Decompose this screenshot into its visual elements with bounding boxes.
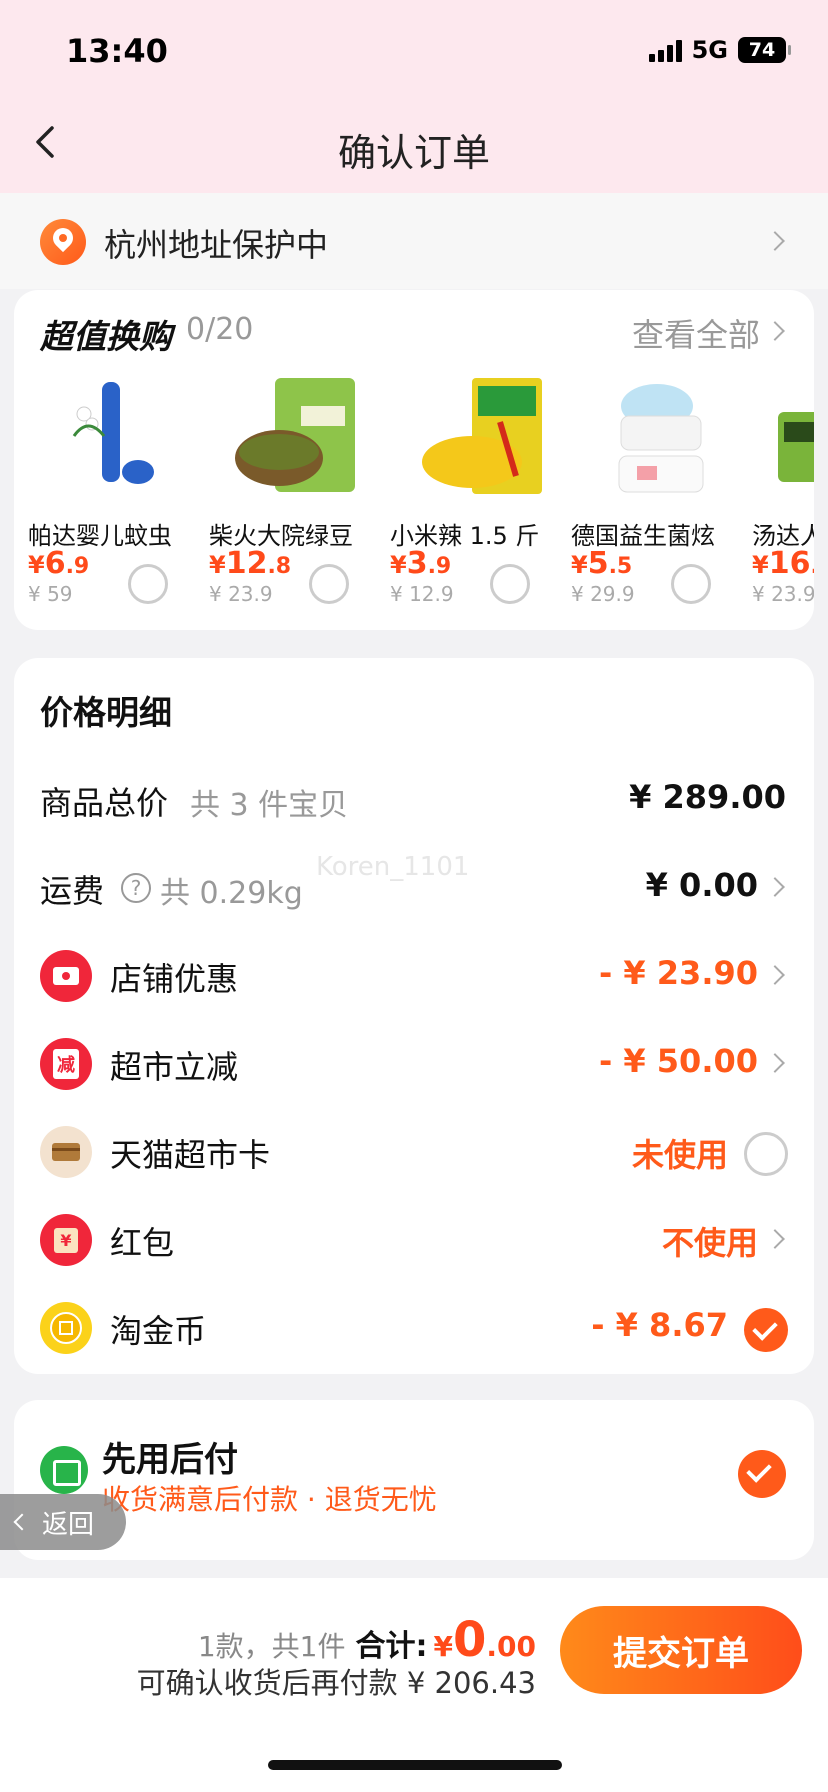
shipping-value: ¥ 0.00	[645, 866, 758, 904]
address-text: 杭州地址保护中	[104, 226, 329, 264]
shop-discount-label: 店铺优惠	[110, 960, 239, 998]
market-discount-label: 超市立减	[110, 1048, 239, 1086]
view-all-link[interactable]: 查看全部	[632, 310, 760, 356]
shopping-bag-icon	[40, 1446, 88, 1494]
product-original-price: ¥ 29.9	[571, 582, 635, 606]
exchange-count: 0/20	[186, 312, 254, 347]
shop-discount-value[interactable]: - ¥ 23.90	[599, 954, 758, 992]
red-packet-label: 红包	[110, 1224, 175, 1262]
product-select-radio[interactable]	[671, 564, 711, 604]
exchange-title: 超值换购	[40, 317, 172, 356]
market-card-value: 未使用	[631, 1136, 728, 1174]
pay-later-checkbox[interactable]	[738, 1450, 786, 1498]
price-detail-card	[14, 658, 814, 1374]
product-image-mung-beans	[235, 376, 365, 500]
total-amount-decimal: .00	[486, 1630, 536, 1663]
product-select-radio[interactable]	[309, 564, 349, 604]
card-icon	[40, 1126, 92, 1178]
product-price: ¥12.8	[209, 546, 292, 581]
product-item[interactable]: 帕达婴儿蚊虫 ¥6.9 ¥ 59	[28, 370, 198, 610]
product-image-mosquito-repellent	[54, 376, 184, 500]
battery-icon: 74	[738, 37, 791, 63]
product-original-price: ¥ 59	[28, 582, 73, 606]
product-original-price: ¥ 23.9	[209, 582, 273, 606]
location-icon	[40, 219, 86, 265]
return-button[interactable]: 返回	[0, 1494, 126, 1550]
item-count: 1款，共1件	[197, 1630, 346, 1663]
product-original-price: ¥ 23.9	[752, 582, 814, 606]
home-indicator	[268, 1760, 562, 1770]
pay-later-title: 先用后付	[102, 1440, 238, 1480]
gold-coin-value: - ¥ 8.67	[591, 1306, 728, 1344]
watermark: Koren_1101	[316, 852, 470, 882]
svg-text:?: ?	[131, 876, 142, 900]
market-card-label: 天猫超市卡	[110, 1136, 271, 1174]
chevron-left-icon	[13, 1513, 31, 1531]
product-price: ¥16.9	[752, 546, 814, 581]
coupon-icon	[40, 950, 92, 1002]
red-packet-icon: ¥	[40, 1214, 92, 1266]
pay-later-note: 可确认收货后再付款 ¥ 206.43	[136, 1666, 536, 1700]
product-item[interactable]: 汤达人 ¥16.9 ¥ 23.9	[752, 370, 814, 610]
pay-later-subtitle: 收货满意后付款 · 退货无忧	[102, 1483, 437, 1516]
currency-symbol: ¥	[433, 1630, 453, 1663]
total-count: 共 3 件宝贝	[190, 788, 349, 823]
submit-order-button[interactable]: 提交订单	[560, 1606, 802, 1694]
exchange-product-list: 帕达婴儿蚊虫 ¥6.9 ¥ 59 柴火大院绿豆 ¥12.8 ¥ 23.9 小米辣…	[0, 370, 814, 610]
product-select-radio[interactable]	[490, 564, 530, 604]
help-icon[interactable]: ?	[120, 872, 152, 904]
gold-coin-checkbox[interactable]	[744, 1308, 788, 1352]
product-item[interactable]: 德国益生菌炫 ¥5.5 ¥ 29.9	[571, 370, 741, 610]
battery-level: 74	[748, 39, 776, 61]
gold-coin-label: 淘金币	[110, 1312, 207, 1350]
status-indicators: 5G 74	[648, 36, 791, 64]
market-discount-value[interactable]: - ¥ 50.00	[599, 1042, 758, 1080]
product-item[interactable]: 小米辣 1.5 斤 ¥3.9 ¥ 12.9	[390, 370, 560, 610]
total-label: 合计:	[355, 1629, 428, 1664]
product-item[interactable]: 柴火大院绿豆 ¥12.8 ¥ 23.9	[209, 370, 379, 610]
status-time: 13:40	[66, 32, 168, 70]
product-price: ¥6.9	[28, 546, 90, 581]
gold-coin-icon	[40, 1302, 92, 1354]
price-detail-title: 价格明细	[40, 693, 172, 732]
header: 13:40 5G 74 确认订单	[0, 0, 828, 193]
page-title: 确认订单	[337, 131, 490, 175]
product-image-pickled-peppers	[416, 376, 546, 500]
total-value: ¥ 289.00	[629, 778, 786, 816]
shipping-label[interactable]: 运费	[40, 866, 104, 912]
product-original-price: ¥ 12.9	[390, 582, 454, 606]
market-card-radio[interactable]	[744, 1132, 788, 1176]
product-image-probiotic-powder	[597, 376, 727, 500]
reduction-icon: 减	[40, 1038, 92, 1090]
total-label: 商品总价	[40, 784, 169, 822]
product-price: ¥5.5	[571, 546, 633, 581]
signal-icon	[648, 38, 682, 62]
shipping-weight: 共 0.29kg	[160, 876, 303, 911]
return-label: 返回	[42, 1509, 95, 1540]
product-image-noodles	[778, 376, 814, 500]
product-price: ¥3.9	[390, 546, 452, 581]
network-type: 5G	[691, 36, 728, 64]
product-select-radio[interactable]	[128, 564, 168, 604]
red-packet-value[interactable]: 不使用	[662, 1218, 758, 1264]
